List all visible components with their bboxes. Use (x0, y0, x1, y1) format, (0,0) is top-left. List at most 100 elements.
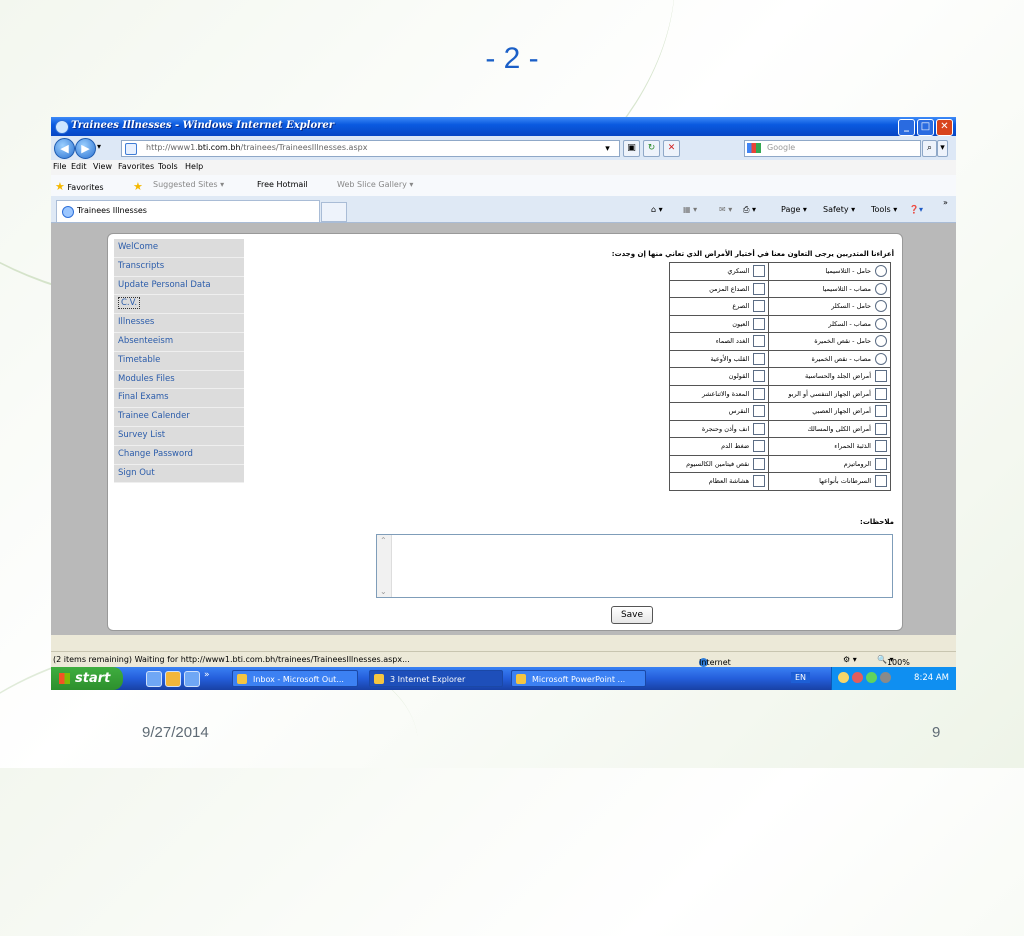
sidebar-item-trainee-calender[interactable]: Trainee Calender (114, 408, 244, 427)
illness-checkbox[interactable] (875, 405, 887, 418)
illness-checkbox[interactable] (753, 387, 766, 400)
refresh-icon[interactable]: ↻ (643, 140, 660, 157)
history-dropdown-icon[interactable]: ▾ (97, 142, 101, 151)
illness-checkbox[interactable] (753, 352, 766, 365)
menu-help[interactable]: Help (185, 162, 203, 171)
illness-checkbox[interactable] (875, 370, 887, 383)
illness-option-cell: القلب والأوعية (668, 349, 770, 368)
task-outlook[interactable]: Inbox - Microsoft Out... (232, 670, 358, 687)
favorites-button[interactable]: ★ Favorites (55, 180, 104, 193)
illness-checkbox[interactable] (875, 440, 887, 453)
illness-checkbox[interactable] (875, 387, 887, 400)
illness-label: انف وأذن وحنجرة (701, 424, 750, 433)
language-indicator[interactable]: EN (791, 672, 811, 683)
outlook-quicklaunch-icon[interactable] (165, 671, 181, 687)
search-input[interactable]: Google (744, 140, 921, 157)
illness-checkbox[interactable] (753, 440, 766, 453)
stop-icon[interactable]: ✕ (663, 140, 680, 157)
page-menu[interactable]: Page ▾ (781, 205, 807, 214)
close-button[interactable]: ✕ (936, 119, 953, 136)
tray-misc-icon[interactable] (880, 672, 891, 683)
tray-outlook-icon[interactable] (838, 672, 849, 683)
address-dropdown-icon[interactable]: ▾ (600, 142, 615, 157)
illness-checkbox[interactable] (753, 300, 766, 313)
add-favorite-icon[interactable]: ★ (133, 180, 143, 193)
sidebar-item-illnesses[interactable]: Illnesses (114, 314, 244, 333)
sidebar-item-sign-out[interactable]: Sign Out (114, 465, 244, 484)
compatibility-view-icon[interactable]: ▣ (623, 140, 640, 157)
illness-checkbox[interactable] (753, 405, 766, 418)
sidebar-item-survey-list[interactable]: Survey List (114, 427, 244, 446)
task-powerpoint[interactable]: Microsoft PowerPoint ... (511, 670, 646, 687)
notes-textarea[interactable] (376, 534, 893, 598)
illness-option-cell: أمراض الجهاز التنفسي أو الربو (768, 384, 891, 403)
sidebar-item-change-password[interactable]: Change Password (114, 446, 244, 465)
illness-radio[interactable] (875, 317, 887, 330)
illness-checkbox[interactable] (753, 457, 766, 470)
illness-checkbox[interactable] (875, 457, 887, 470)
notes-scrollbar[interactable] (377, 535, 392, 597)
home-icon[interactable]: ⌂ ▾ (651, 205, 663, 214)
clock: 8:24 AM (914, 673, 949, 683)
menu-file[interactable]: File (53, 162, 66, 171)
sidebar-item-welcome[interactable]: WelCome (114, 239, 244, 258)
safety-menu[interactable]: Safety ▾ (823, 205, 855, 214)
tab-trainees-illnesses[interactable]: Trainees Illnesses (56, 200, 320, 222)
sidebar-item-modules-files[interactable]: Modules Files (114, 371, 244, 390)
print-icon[interactable]: ⎙ ▾ (743, 205, 756, 215)
security-icon[interactable]: ⚙ ▾ (843, 655, 857, 664)
illness-radio[interactable] (875, 300, 887, 313)
search-icon[interactable]: ⌕ (922, 140, 937, 157)
start-button[interactable]: start (51, 667, 123, 690)
sidebar-item-update-personal-data[interactable]: Update Personal Data (114, 277, 244, 296)
save-button[interactable]: Save (611, 606, 653, 624)
illness-checkbox[interactable] (753, 282, 766, 295)
illness-radio[interactable] (875, 282, 887, 295)
illness-checkbox[interactable] (753, 335, 766, 348)
sidebar-item-final-exams[interactable]: Final Exams (114, 389, 244, 409)
search-options-icon[interactable]: ▾ (937, 140, 948, 157)
new-tab-button[interactable] (321, 202, 347, 222)
illness-label: مصاب - الثلاسيميا (822, 284, 871, 293)
maximize-button[interactable]: □ (917, 119, 934, 136)
more-commands-icon[interactable]: » (943, 198, 948, 207)
favorites-item-web-slice-gallery[interactable]: Web Slice Gallery ▾ (337, 180, 413, 189)
feeds-icon[interactable]: ▦ ▾ (683, 205, 697, 214)
address-url[interactable]: http://www1.bti.com.bh/trainees/Trainees… (146, 143, 367, 152)
sidebar-item-transcripts[interactable]: Transcripts (114, 258, 244, 277)
illness-checkbox[interactable] (875, 422, 887, 435)
tools-menu[interactable]: Tools ▾ (871, 205, 897, 214)
zoom-level[interactable]: 🔍 100% ▾ (877, 655, 910, 667)
address-bar[interactable]: http://www1.bti.com.bh/trainees/Trainees… (121, 140, 620, 157)
task-internet-explorer[interactable]: 3 Internet Explorer (369, 670, 503, 687)
quicklaunch-more-icon[interactable]: » (204, 670, 210, 680)
illness-checkbox[interactable] (875, 475, 887, 488)
favorites-item-free-hotmail[interactable]: Free Hotmail (257, 180, 308, 189)
sidebar-item-absenteeism[interactable]: Absenteeism (114, 333, 244, 352)
minimize-button[interactable]: _ (898, 119, 915, 136)
menu-favorites[interactable]: Favorites (118, 162, 154, 171)
illness-checkbox[interactable] (753, 370, 766, 383)
menu-tools[interactable]: Tools (158, 162, 178, 171)
illness-checkbox[interactable] (753, 265, 766, 278)
back-button[interactable]: ◀ (54, 138, 75, 159)
tray-network-icon[interactable] (852, 672, 863, 683)
illness-checkbox[interactable] (753, 422, 766, 435)
illness-checkbox[interactable] (753, 475, 766, 488)
sidebar-item-timetable[interactable]: Timetable (114, 352, 244, 371)
forward-button[interactable]: ▶ (75, 138, 96, 159)
sidebar-item-cv[interactable]: C.V. (114, 295, 244, 315)
help-menu[interactable]: ❓▾ (909, 205, 923, 214)
menu-edit[interactable]: Edit (71, 162, 87, 171)
illness-label: السرطانات بأنواعها (819, 477, 871, 486)
illness-radio[interactable] (875, 352, 887, 365)
favorites-item-suggested-sites[interactable]: Suggested Sites ▾ (153, 180, 224, 189)
illness-radio[interactable] (875, 265, 887, 278)
illness-checkbox[interactable] (753, 317, 766, 330)
menu-view[interactable]: View (93, 162, 112, 171)
ie2-quicklaunch-icon[interactable] (184, 671, 200, 687)
mail-icon[interactable]: ✉ ▾ (719, 205, 732, 214)
illness-radio[interactable] (875, 335, 887, 348)
tray-status-icon[interactable] (866, 672, 877, 683)
ie-quicklaunch-icon[interactable] (146, 671, 162, 687)
